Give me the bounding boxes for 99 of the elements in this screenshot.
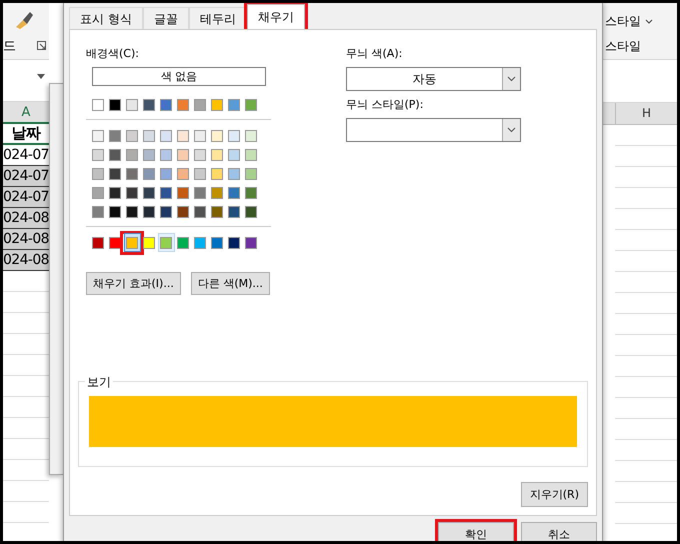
dropdown-field[interactable]: 자동 bbox=[346, 67, 521, 91]
color-swatch[interactable] bbox=[160, 186, 172, 198]
color-swatch[interactable] bbox=[143, 98, 155, 110]
color-swatch[interactable] bbox=[211, 130, 223, 142]
color-swatch[interactable] bbox=[109, 130, 121, 142]
ribbon-label[interactable]: 스타일 bbox=[605, 38, 641, 55]
color-swatch[interactable] bbox=[194, 98, 206, 110]
color-swatch[interactable] bbox=[228, 236, 240, 248]
chevron-down-icon bbox=[507, 127, 516, 133]
field-label: 무늬 색(A): bbox=[346, 46, 404, 61]
color-swatch[interactable] bbox=[177, 206, 189, 218]
field-label: 무늬 스타일(P): bbox=[346, 97, 424, 112]
color-swatch[interactable] bbox=[228, 148, 240, 160]
color-swatch[interactable] bbox=[228, 130, 240, 142]
color-swatch[interactable] bbox=[92, 168, 104, 180]
color-swatch[interactable] bbox=[92, 236, 104, 248]
dialog-button[interactable]: 취소 bbox=[521, 522, 597, 541]
color-swatch[interactable] bbox=[126, 186, 138, 198]
column-header[interactable]: A bbox=[3, 102, 49, 124]
color-swatch[interactable] bbox=[245, 98, 257, 110]
color-swatch[interactable] bbox=[160, 148, 172, 160]
color-swatch[interactable] bbox=[143, 236, 155, 248]
group-label: 보기 bbox=[85, 374, 113, 391]
color-swatch[interactable] bbox=[245, 130, 257, 142]
color-swatch[interactable] bbox=[126, 168, 138, 180]
color-swatch[interactable] bbox=[194, 186, 206, 198]
dialog-button[interactable]: 확인 bbox=[438, 522, 514, 541]
color-swatch[interactable] bbox=[143, 186, 155, 198]
color-swatch[interactable] bbox=[194, 206, 206, 218]
color-swatch[interactable] bbox=[211, 236, 223, 248]
color-swatch[interactable] bbox=[177, 148, 189, 160]
table-cell: 024-08 bbox=[3, 208, 49, 229]
clear-button[interactable]: 지우기(R) bbox=[520, 482, 588, 507]
chevron-down-icon bbox=[507, 76, 516, 82]
no-color-button[interactable]: 색 없음 bbox=[92, 67, 266, 86]
launcher-icon[interactable] bbox=[37, 41, 47, 51]
color-swatch[interactable] bbox=[194, 148, 206, 160]
ribbon-label[interactable]: 스타일 bbox=[605, 13, 641, 30]
color-swatch[interactable] bbox=[126, 206, 138, 218]
color-swatch[interactable] bbox=[228, 168, 240, 180]
color-swatch[interactable] bbox=[211, 148, 223, 160]
dialog-button[interactable]: 다른 색(M)... bbox=[190, 272, 270, 295]
color-swatch[interactable] bbox=[92, 186, 104, 198]
color-swatch[interactable] bbox=[160, 168, 172, 180]
color-swatch[interactable] bbox=[245, 206, 257, 218]
color-swatch[interactable] bbox=[211, 206, 223, 218]
tab[interactable]: 글꼴 bbox=[142, 7, 189, 29]
color-swatch[interactable] bbox=[109, 206, 121, 218]
field-label: 배경색(C): bbox=[86, 46, 140, 61]
color-swatch[interactable] bbox=[143, 168, 155, 180]
table-cell: 024-08 bbox=[3, 250, 49, 271]
color-swatch[interactable] bbox=[92, 98, 104, 110]
color-swatch[interactable] bbox=[92, 130, 104, 142]
table-cell: 024-07 bbox=[3, 187, 49, 208]
color-swatch[interactable] bbox=[109, 236, 121, 248]
table-cell: 024-08 bbox=[3, 229, 49, 250]
color-swatch[interactable] bbox=[211, 168, 223, 180]
color-swatch[interactable] bbox=[211, 186, 223, 198]
color-swatch[interactable] bbox=[228, 98, 240, 110]
color-swatch[interactable] bbox=[109, 186, 121, 198]
color-swatch[interactable] bbox=[245, 168, 257, 180]
tab[interactable]: 테두리 bbox=[188, 7, 247, 29]
color-swatch[interactable] bbox=[177, 130, 189, 142]
caret-icon[interactable] bbox=[37, 74, 45, 79]
color-swatch[interactable] bbox=[126, 130, 138, 142]
table-cell: 024-07 bbox=[3, 166, 49, 187]
dropdown-field[interactable] bbox=[346, 118, 521, 142]
color-swatch[interactable] bbox=[92, 148, 104, 160]
tab[interactable]: 채우기 bbox=[246, 4, 305, 29]
color-swatch[interactable] bbox=[177, 186, 189, 198]
color-swatch[interactable] bbox=[109, 168, 121, 180]
color-swatch[interactable] bbox=[160, 130, 172, 142]
color-swatch[interactable] bbox=[143, 130, 155, 142]
color-swatch[interactable] bbox=[109, 98, 121, 110]
color-swatch[interactable] bbox=[194, 168, 206, 180]
color-swatch[interactable] bbox=[211, 98, 223, 110]
ribbon-label: 드 bbox=[3, 38, 16, 55]
color-swatch[interactable] bbox=[160, 98, 172, 110]
tab[interactable]: 표시 형식 bbox=[69, 7, 143, 29]
color-swatch[interactable] bbox=[126, 148, 138, 160]
dialog-button[interactable]: 채우기 효과(I)... bbox=[86, 272, 181, 295]
color-swatch[interactable] bbox=[177, 236, 189, 248]
chevron-down-icon bbox=[645, 19, 653, 24]
color-swatch[interactable] bbox=[228, 186, 240, 198]
color-swatch[interactable] bbox=[160, 236, 172, 248]
color-swatch[interactable] bbox=[177, 98, 189, 110]
color-swatch[interactable] bbox=[245, 186, 257, 198]
color-swatch[interactable] bbox=[109, 148, 121, 160]
color-swatch[interactable] bbox=[194, 130, 206, 142]
color-swatch[interactable] bbox=[194, 236, 206, 248]
color-swatch[interactable] bbox=[126, 98, 138, 110]
color-swatch[interactable] bbox=[228, 206, 240, 218]
color-swatch[interactable] bbox=[143, 206, 155, 218]
color-swatch[interactable] bbox=[177, 168, 189, 180]
color-swatch[interactable] bbox=[245, 236, 257, 248]
color-swatch[interactable] bbox=[92, 206, 104, 218]
color-swatch[interactable] bbox=[160, 206, 172, 218]
color-swatch[interactable] bbox=[245, 148, 257, 160]
color-swatch[interactable] bbox=[143, 148, 155, 160]
